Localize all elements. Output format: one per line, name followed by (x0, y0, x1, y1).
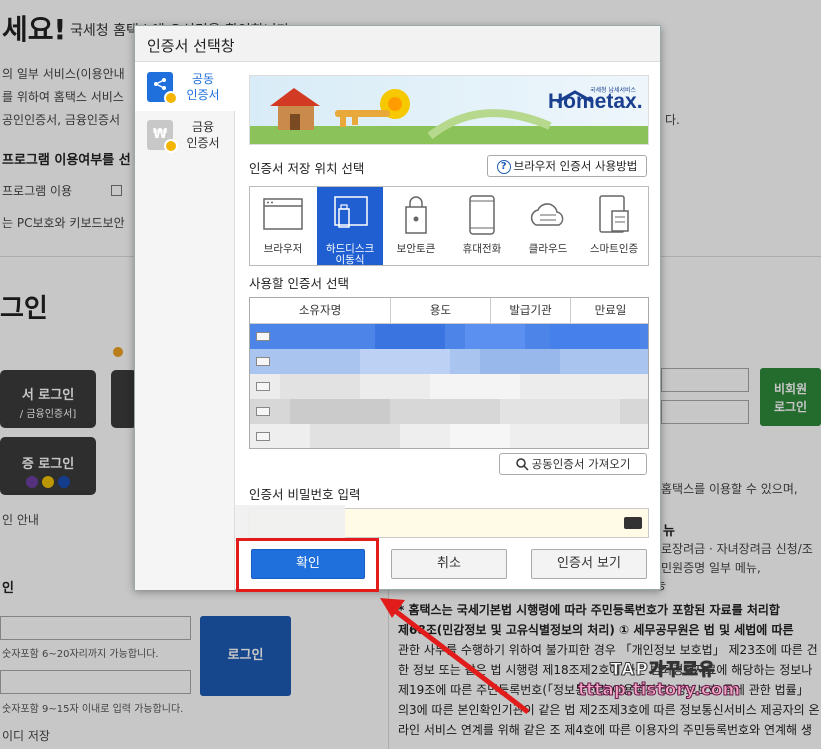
red-arrow (380, 598, 530, 714)
watermark-url: tttap.tistory.com (577, 680, 741, 701)
watermark-title: TAP가꾸르유 (609, 660, 716, 681)
